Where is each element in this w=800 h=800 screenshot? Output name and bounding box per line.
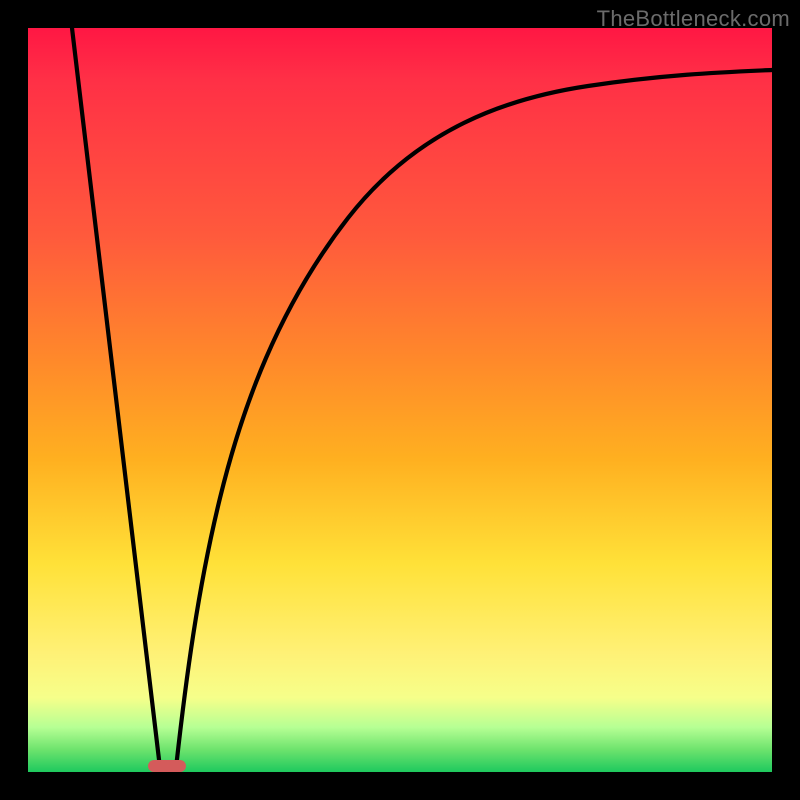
plot-area bbox=[28, 28, 772, 772]
curve-layer bbox=[28, 28, 772, 772]
valley-marker bbox=[148, 760, 186, 772]
watermark-text: TheBottleneck.com bbox=[597, 6, 790, 32]
chart-frame: TheBottleneck.com bbox=[0, 0, 800, 800]
left-v-leg bbox=[72, 28, 160, 768]
right-curve bbox=[176, 70, 772, 768]
